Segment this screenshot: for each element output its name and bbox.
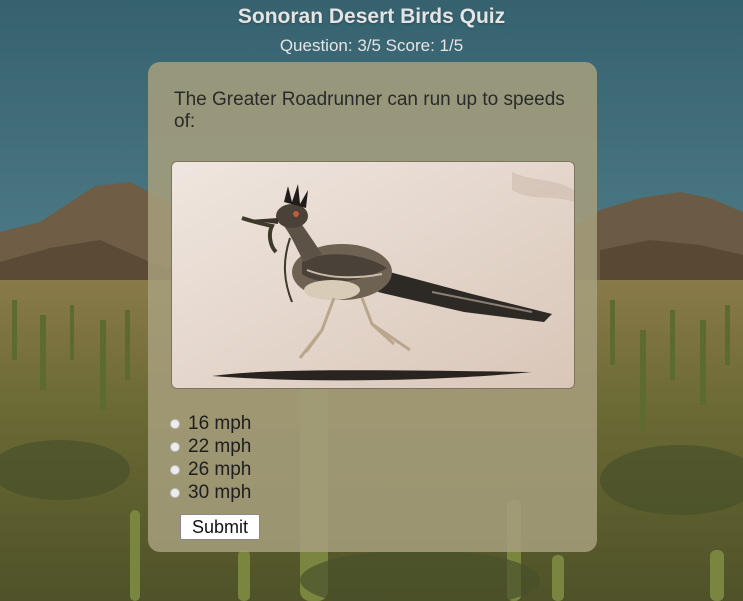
- answer-option-26-mph[interactable]: 26 mph: [169, 458, 251, 481]
- radio-button[interactable]: [170, 441, 180, 452]
- quiz-status: Question: 3/5 Score: 1/5: [279, 36, 464, 55]
- question-card: The Greater Roadrunner can run up to spe…: [148, 62, 597, 552]
- quiz-header: Sonoran Desert Birds Quiz Question: 3/5 …: [0, 0, 743, 56]
- answer-option-label: 22 mph: [188, 435, 252, 457]
- answer-options: 16 mph 22 mph 26 mph 30 mph: [169, 412, 251, 504]
- question-text: The Greater Roadrunner can run up to spe…: [174, 89, 565, 132]
- answer-option-label: 16 mph: [188, 412, 252, 434]
- radio-button[interactable]: [170, 464, 180, 475]
- submit-button[interactable]: Submit: [180, 514, 260, 540]
- answer-option-label: 30 mph: [188, 481, 252, 503]
- answer-option-30-mph[interactable]: 30 mph: [169, 481, 251, 504]
- answer-option-16-mph[interactable]: 16 mph: [169, 412, 251, 435]
- radio-button[interactable]: [170, 487, 180, 498]
- answer-option-label: 26 mph: [188, 458, 252, 480]
- roadrunner-photo: [171, 161, 575, 389]
- answer-option-22-mph[interactable]: 22 mph: [169, 435, 251, 458]
- quiz-title: Sonoran Desert Birds Quiz: [237, 5, 506, 28]
- radio-button[interactable]: [170, 418, 180, 429]
